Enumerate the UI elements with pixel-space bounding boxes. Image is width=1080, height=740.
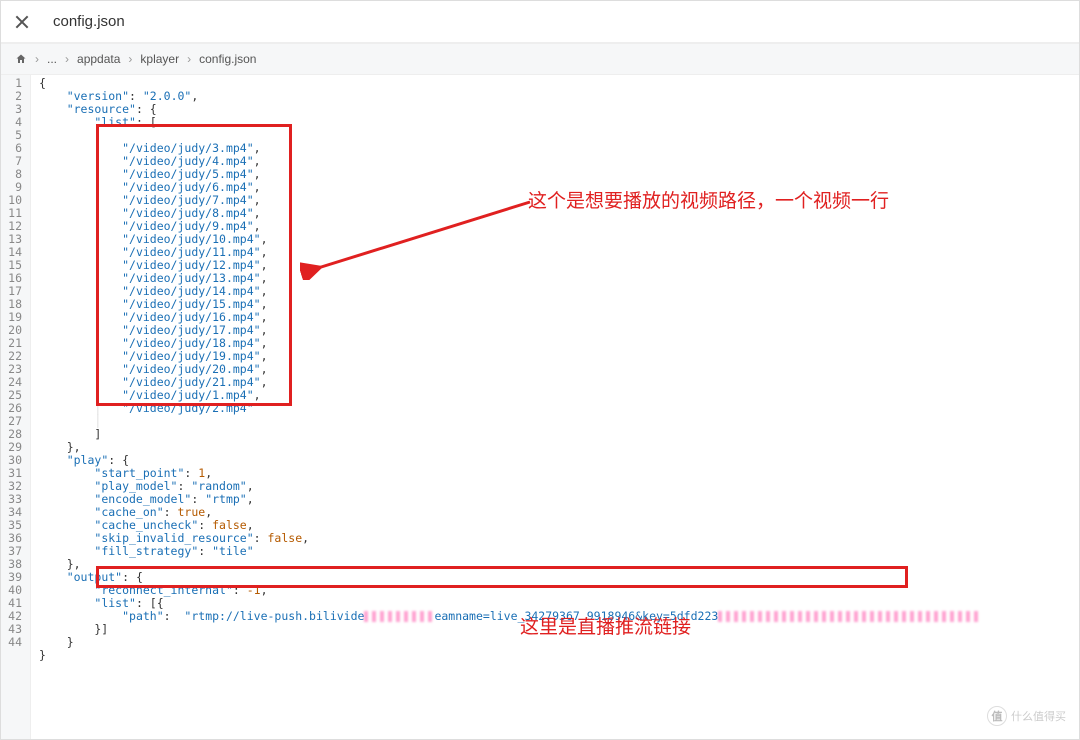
watermark-text: 什么值得买 [1011, 708, 1066, 724]
watermark-logo: 值 [987, 706, 1007, 726]
home-icon[interactable] [15, 53, 27, 65]
titlebar: config.json [1, 1, 1079, 43]
annotation-text: 这个是想要播放的视频路径，一个视频一行 [528, 186, 889, 213]
code-area[interactable]: { "version": "2.0.0", "resource": { "lis… [31, 75, 1079, 739]
annotation-text: 这里是直播推流链接 [520, 612, 691, 639]
watermark: 值 什么值得买 [987, 706, 1066, 726]
breadcrumb-seg[interactable]: appdata [77, 52, 120, 66]
chevron-right-icon: › [187, 52, 191, 66]
chevron-right-icon: › [65, 52, 69, 66]
breadcrumb-seg[interactable]: config.json [199, 52, 256, 66]
chevron-right-icon: › [35, 52, 39, 66]
breadcrumb: › ... › appdata › kplayer › config.json [1, 43, 1079, 75]
close-icon[interactable] [15, 15, 29, 29]
chevron-right-icon: › [128, 52, 132, 66]
filename-label: config.json [53, 13, 125, 30]
breadcrumb-seg[interactable]: kplayer [140, 52, 179, 66]
code-editor[interactable]: 1234567891011121314151617181920212223242… [1, 75, 1079, 739]
breadcrumb-ellipsis[interactable]: ... [47, 52, 57, 66]
line-gutter: 1234567891011121314151617181920212223242… [1, 75, 31, 739]
